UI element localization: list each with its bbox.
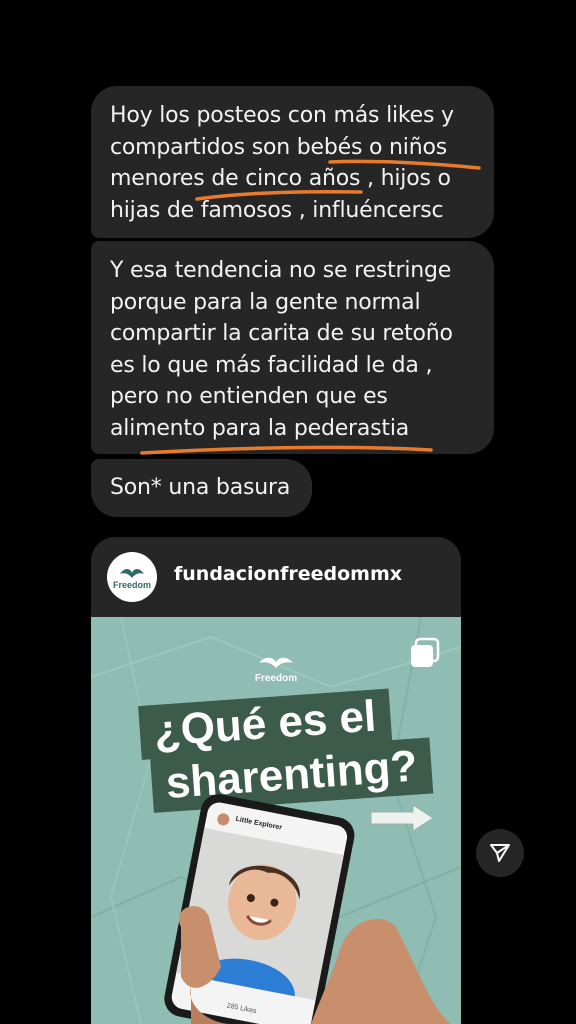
message-line: compartir la carita de su retoño <box>110 321 453 346</box>
message-line: hijas de famosos , influéncersc <box>110 197 444 223</box>
message-line: porque para la gente normal <box>110 289 421 315</box>
message-line: alimento para la pederastia <box>110 415 410 441</box>
logo-text: Freedom <box>254 673 298 684</box>
message-line: Y esa tendencia no se restringe <box>110 258 452 283</box>
message-bubble-3[interactable]: Son* una basura <box>91 459 313 517</box>
message-line: compartidos son bebés o niños <box>110 134 447 160</box>
message-line: pero no entienden que es <box>110 384 388 409</box>
message-bubble-1[interactable]: Hoy los posteos con más likes y comparti… <box>91 86 494 238</box>
message-line: Son* una basura <box>110 475 291 500</box>
share-button[interactable] <box>476 829 524 877</box>
avatar[interactable]: Freedom <box>107 552 157 602</box>
post-image[interactable]: Freedom ¿Qué es el sharenting? Little Ex… <box>91 617 461 1024</box>
shared-post-card[interactable]: Freedom fundacionfreedommx Freedom ¿Qué … <box>91 537 461 1024</box>
paper-plane-icon <box>490 844 510 862</box>
carousel-icon <box>411 637 440 667</box>
avatar-logo-text: Freedom <box>113 580 151 590</box>
right-arrow-icon <box>370 804 434 832</box>
message-bubble-2[interactable]: Y esa tendencia no se restringe porque p… <box>91 241 494 454</box>
bird-logo-icon <box>259 657 293 668</box>
hand-illustration <box>178 906 451 1024</box>
message-line: es lo que más facilidad le da , <box>110 352 433 378</box>
message-line: Hoy los posteos con más likes y <box>110 103 454 128</box>
freedom-logo: Freedom <box>253 653 299 684</box>
post-header[interactable]: Freedom fundacionfreedommx <box>91 537 461 617</box>
message-line: menores de cinco años , hijos o <box>110 166 451 191</box>
post-username[interactable]: fundacionfreedommx <box>174 563 402 585</box>
